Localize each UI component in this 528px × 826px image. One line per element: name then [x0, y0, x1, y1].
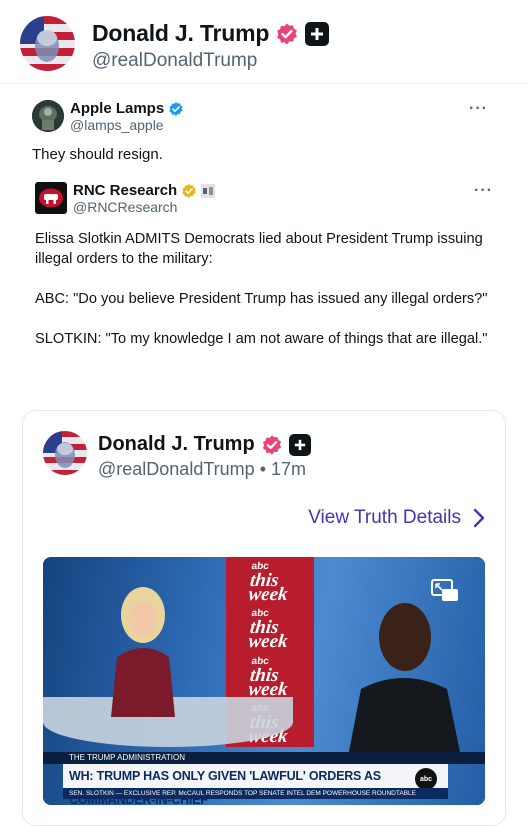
- plus-badge-icon: [288, 433, 311, 456]
- picture-in-picture-icon[interactable]: [431, 579, 459, 603]
- verified-badge-icon: [275, 22, 299, 46]
- avatar[interactable]: [43, 431, 87, 475]
- view-truth-details-link[interactable]: View Truth Details: [308, 507, 485, 529]
- card-author-name[interactable]: Donald J. Trump: [98, 433, 255, 456]
- rnc-logo-icon[interactable]: [35, 182, 67, 214]
- brand-graphic: abcthisweek: [247, 607, 291, 653]
- plus-badge-icon: [305, 21, 330, 46]
- quote-author-name[interactable]: RNC Research: [73, 182, 177, 199]
- quote-paragraph: ABC: "Do you believe President Trump has…: [35, 291, 488, 307]
- network-logo: abc: [415, 768, 437, 790]
- display-name-text[interactable]: Donald J. Trump: [92, 20, 269, 47]
- divider: [0, 83, 528, 84]
- card-author[interactable]: Donald J. Trump: [98, 433, 311, 456]
- post-time[interactable]: 17m: [271, 459, 306, 479]
- display-name[interactable]: Donald J. Trump: [92, 20, 330, 47]
- separator: •: [259, 459, 266, 479]
- brand-graphic: abcthisweek: [247, 560, 291, 605]
- quote-paragraph: Elissa Slotkin ADMITS Democrats lied abo…: [35, 231, 487, 267]
- chyron-ticker: SEN. SLOTKIN — EXCLUSIVE REP. McCAUL RES…: [63, 788, 448, 799]
- video-player[interactable]: abcthisweek abcthisweek abcthisweek abct…: [43, 557, 485, 805]
- post-author-name[interactable]: Apple Lamps: [70, 100, 164, 117]
- quote-body: Elissa Slotkin ADMITS Democrats lied abo…: [35, 229, 505, 369]
- host-figure: [111, 587, 175, 717]
- more-options-icon[interactable]: ···: [469, 100, 488, 118]
- truth-card[interactable]: Donald J. Trump @realDonaldTrump • 17m V…: [22, 410, 506, 826]
- brand-bottom: week: [247, 631, 290, 653]
- card-handle[interactable]: @realDonaldTrump: [98, 459, 255, 479]
- post-author[interactable]: Apple Lamps: [70, 100, 184, 117]
- quote-paragraph: SLOTKIN: "To my knowledge I am not aware…: [35, 331, 488, 347]
- post-text: They should resign.: [32, 146, 163, 163]
- view-truth-details-label[interactable]: View Truth Details: [308, 507, 461, 529]
- verified-gold-badge-icon: [182, 183, 196, 198]
- avatar[interactable]: [20, 16, 75, 71]
- more-options-icon[interactable]: ···: [474, 182, 493, 200]
- post-handle[interactable]: @lamps_apple: [70, 117, 164, 133]
- chevron-right-icon: [473, 508, 485, 528]
- guest-figure: [348, 603, 461, 757]
- chyron-top: THE TRUMP ADMINISTRATION: [43, 752, 485, 764]
- quote-handle[interactable]: @RNCResearch: [73, 199, 177, 215]
- profile-handle[interactable]: @realDonaldTrump: [92, 50, 257, 72]
- profile-header: Donald J. Trump @realDonaldTrump: [20, 16, 510, 76]
- chyron-headline: WH: TRUMP HAS ONLY GIVEN 'LAWFUL' ORDERS…: [63, 764, 448, 805]
- avatar[interactable]: [32, 100, 64, 132]
- affiliate-badge-icon: [201, 183, 216, 198]
- quote-author[interactable]: RNC Research: [73, 182, 216, 199]
- card-handle-line: @realDonaldTrump • 17m: [98, 459, 306, 480]
- verified-badge-icon: [261, 434, 283, 456]
- brand-graphic: abcthisweek: [248, 655, 291, 700]
- verified-badge-icon: [169, 101, 183, 116]
- brand-bottom: week: [247, 583, 290, 605]
